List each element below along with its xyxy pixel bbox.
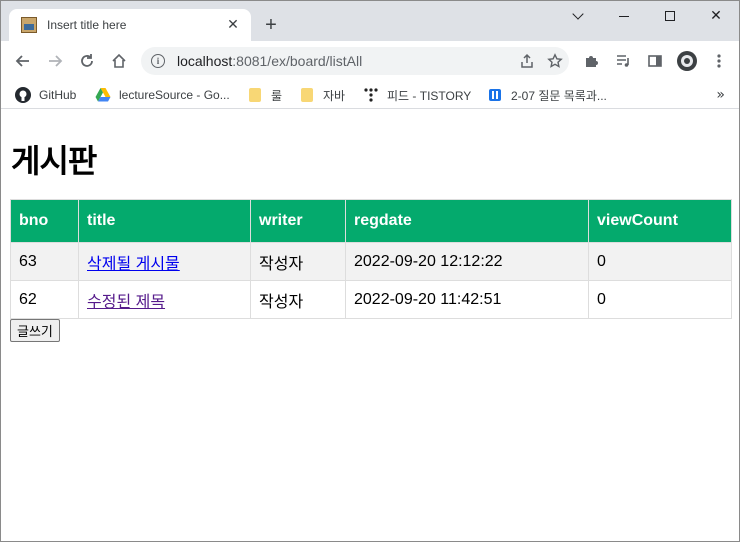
cell-writer: 작성자 (250, 280, 346, 319)
column-header-bno: bno (10, 199, 79, 243)
cell-viewcount: 0 (588, 280, 732, 319)
cell-title: 삭제될 게시물 (78, 242, 251, 281)
google-drive-icon (95, 88, 111, 102)
cell-title: 수정된 제목 (78, 280, 251, 319)
bookmark-label: lectureSource - Go... (119, 88, 230, 102)
menu-kebab-icon[interactable] (707, 49, 731, 73)
github-icon (15, 87, 31, 103)
reload-icon[interactable] (75, 49, 99, 73)
more-bookmarks-chevron-icon[interactable]: » (716, 87, 725, 103)
write-post-button[interactable]: 글쓰기 (10, 319, 60, 342)
cell-bno: 62 (10, 280, 79, 319)
url-host: localhost (177, 53, 233, 69)
book-icon (489, 89, 501, 101)
bookmark-github[interactable]: GitHub (15, 85, 76, 105)
browser-toolbar: i localhost:8081/ex/board/listAll (1, 41, 739, 81)
column-header-viewcount: viewCount (588, 199, 732, 243)
profile-avatar-icon[interactable] (675, 49, 699, 73)
site-info-icon[interactable]: i (151, 54, 165, 68)
board-table: bno title writer regdate viewCount 63 삭제… (10, 199, 732, 319)
bookmark-label: 룰 (271, 88, 283, 103)
folder-icon (301, 88, 313, 102)
maximize-icon[interactable] (647, 1, 693, 31)
bookmark-question-list[interactable]: 2-07 질문 목록과... (487, 85, 607, 105)
url-path: :8081/ex/board/listAll (232, 53, 363, 69)
browser-window: Insert title here ✕ + ✕ i localhost:8081… (0, 0, 740, 542)
column-header-writer: writer (250, 199, 346, 243)
bookmark-label: 2-07 질문 목록과... (511, 88, 607, 103)
tab-title: Insert title here (47, 18, 127, 32)
post-title-link[interactable]: 삭제될 게시물 (87, 256, 180, 273)
share-icon[interactable] (513, 47, 541, 75)
cell-regdate: 2022-09-20 11:42:51 (345, 280, 589, 319)
bookmark-folder-rule[interactable]: 룰 (247, 85, 282, 105)
extensions-puzzle-icon[interactable] (579, 49, 603, 73)
media-queue-icon[interactable] (611, 49, 635, 73)
bookmark-tistory[interactable]: 피드 - TISTORY (363, 85, 471, 105)
window-close-icon[interactable]: ✕ (693, 1, 739, 31)
bookmark-lecturesource[interactable]: lectureSource - Go... (95, 85, 230, 105)
tab-strip: Insert title here ✕ + ✕ (1, 1, 739, 41)
bookmarks-bar: GitHub lectureSource - Go... 룰 자바 피드 - T… (1, 81, 739, 109)
tistory-icon (364, 88, 378, 102)
side-panel-icon[interactable] (643, 49, 667, 73)
bookmark-label: 피드 - TISTORY (387, 88, 472, 103)
home-icon[interactable] (107, 49, 131, 73)
url-text: localhost:8081/ex/board/listAll (177, 53, 513, 69)
minimize-icon[interactable] (601, 1, 647, 31)
back-arrow-icon[interactable] (11, 49, 35, 73)
column-header-title: title (78, 199, 251, 243)
address-bar[interactable]: i localhost:8081/ex/board/listAll (141, 47, 569, 75)
bookmark-label: GitHub (39, 88, 77, 102)
table-row: 62 수정된 제목 작성자 2022-09-20 11:42:51 0 (10, 280, 732, 319)
bookmark-folder-java[interactable]: 자바 (299, 85, 345, 105)
bookmark-label: 자바 (323, 88, 346, 103)
cell-writer: 작성자 (250, 242, 346, 281)
page-favicon-icon (21, 17, 37, 33)
forward-arrow-icon[interactable] (43, 49, 67, 73)
cell-regdate: 2022-09-20 12:12:22 (345, 242, 589, 281)
tab-close-icon[interactable]: ✕ (225, 17, 241, 33)
tab-active[interactable]: Insert title here ✕ (9, 9, 251, 41)
column-header-regdate: regdate (345, 199, 589, 243)
bookmark-star-icon[interactable] (541, 47, 569, 75)
post-title-link[interactable]: 수정된 제목 (87, 294, 165, 311)
cell-bno: 63 (10, 242, 79, 281)
tab-search-chevron-icon[interactable] (555, 1, 601, 31)
table-header-row: bno title writer regdate viewCount (10, 199, 732, 243)
folder-icon (249, 88, 261, 102)
page-title: 게시판 (11, 142, 97, 180)
page-content: 게시판 bno title writer regdate viewCount 6… (1, 110, 739, 541)
new-tab-plus-icon[interactable]: + (261, 15, 281, 35)
table-row: 63 삭제될 게시물 작성자 2022-09-20 12:12:22 0 (10, 242, 732, 281)
cell-viewcount: 0 (588, 242, 732, 281)
